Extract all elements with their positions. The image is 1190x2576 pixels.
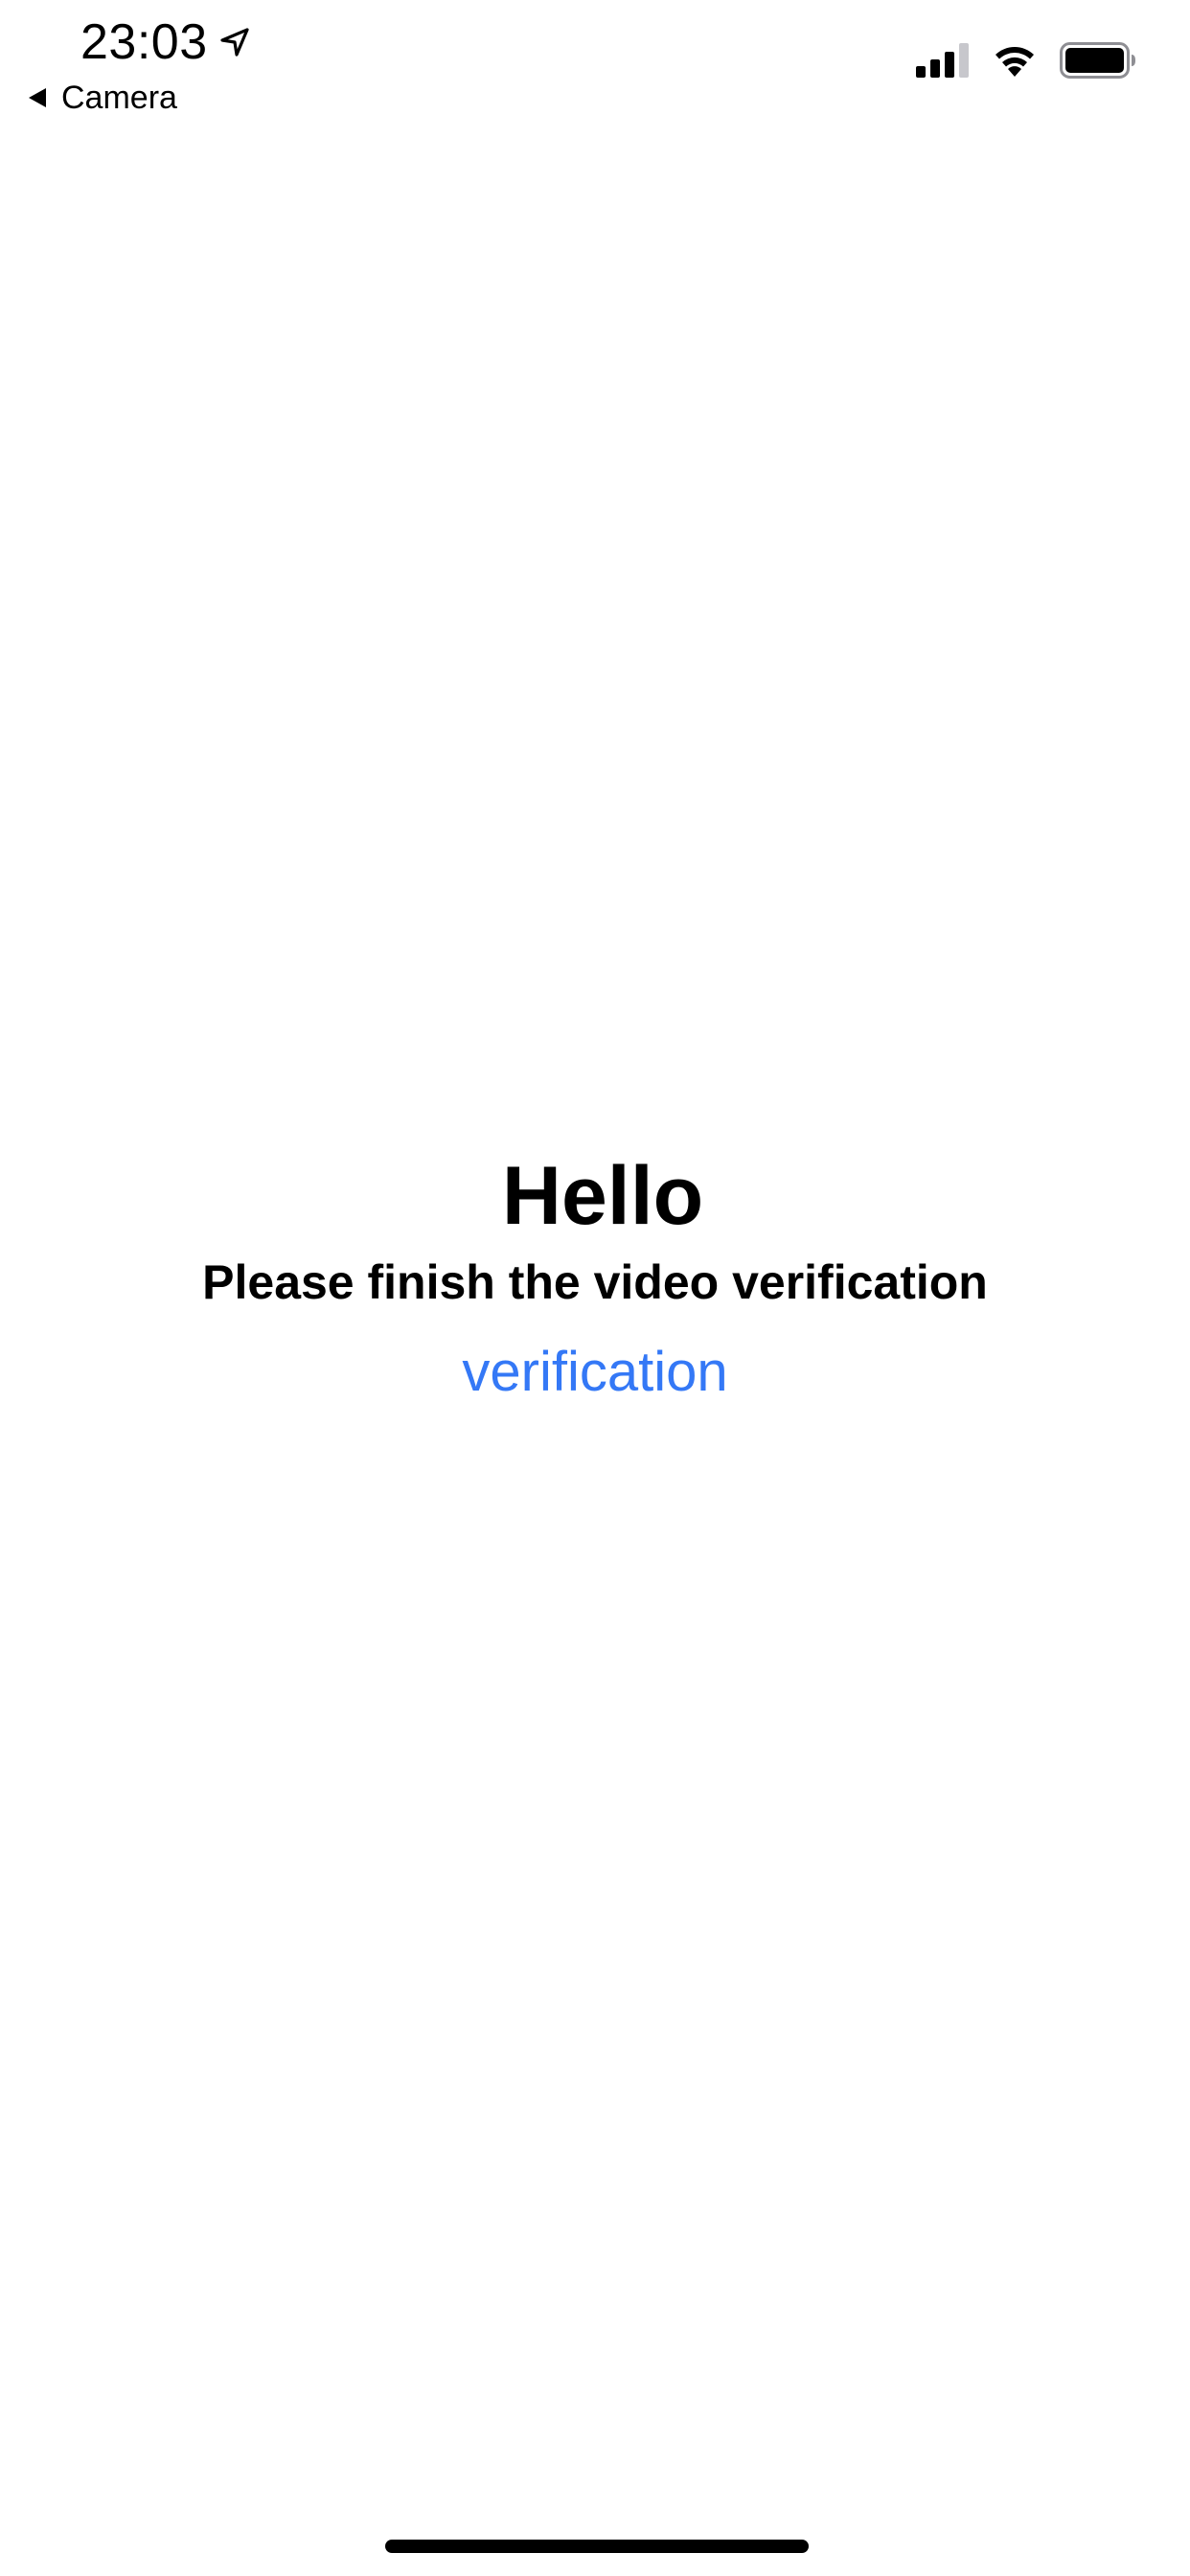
greeting-block: Hello Please finish the video verificati… xyxy=(0,1148,1190,1411)
status-time: 23:03 xyxy=(80,14,208,70)
home-indicator[interactable] xyxy=(385,2540,809,2553)
page-title: Hello xyxy=(501,1150,704,1242)
cellular-signal-icon xyxy=(916,43,970,82)
status-bar: 23:03 Camera xyxy=(0,0,1190,134)
verification-link[interactable]: verification xyxy=(462,1334,727,1411)
back-label: Camera xyxy=(61,80,177,116)
back-to-camera-button[interactable]: Camera xyxy=(27,77,177,119)
status-icons xyxy=(916,42,1136,83)
wifi-icon xyxy=(991,43,1039,82)
location-arrow-icon xyxy=(217,25,252,59)
instruction-text: Please finish the video verification xyxy=(202,1255,988,1309)
battery-icon xyxy=(1060,42,1136,83)
time-group: 23:03 xyxy=(80,13,252,71)
back-triangle-icon xyxy=(27,86,48,109)
